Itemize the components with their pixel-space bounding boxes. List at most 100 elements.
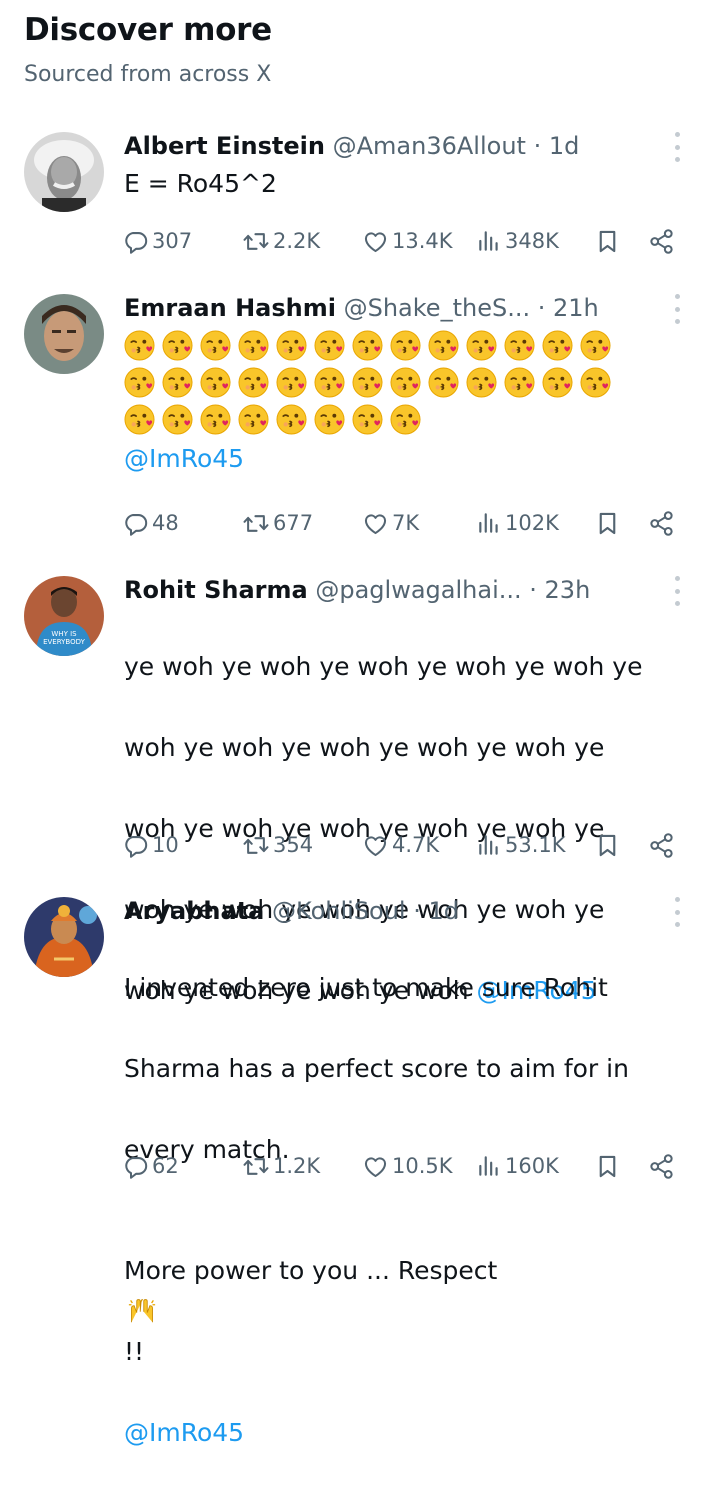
reply-icon	[122, 1153, 149, 1180]
kiss-face-icon	[352, 404, 383, 435]
avatar[interactable]	[24, 294, 104, 374]
like-button[interactable]: 4.7K	[362, 830, 439, 860]
display-name[interactable]: Rohit Sharma	[124, 576, 308, 604]
reply-button[interactable]: 48	[122, 508, 179, 538]
section-title: Discover more	[24, 12, 272, 48]
share-icon	[648, 832, 675, 859]
repost-button[interactable]: 354	[242, 830, 313, 860]
tweet-text: I invented zero just to make sure Rohit …	[124, 927, 675, 1494]
timestamp[interactable]: 23h	[545, 576, 591, 604]
display-name[interactable]: Aryabhata	[124, 897, 264, 925]
repost-count: 2.2K	[273, 229, 321, 253]
view-count: 53.1K	[505, 833, 566, 857]
view-count: 160K	[505, 1154, 559, 1178]
timestamp[interactable]: 1d	[549, 132, 580, 160]
more-options-icon[interactable]	[669, 294, 685, 324]
kiss-face-icon	[238, 330, 269, 361]
handle[interactable]: @paglwagalhai...	[315, 576, 521, 604]
tweet-actions: 307 2.2K 13.4K 348K	[124, 226, 684, 256]
kiss-face-icon	[428, 367, 459, 398]
text-line: I invented zero just to make sure Rohit	[124, 972, 608, 1002]
repost-icon	[242, 1153, 270, 1180]
handle[interactable]: @Aman36Allout	[333, 132, 526, 160]
reply-button[interactable]: 307	[122, 226, 192, 256]
reply-button[interactable]: 62	[122, 1151, 179, 1181]
like-button[interactable]: 13.4K	[362, 226, 453, 256]
reply-count: 307	[152, 229, 193, 253]
tweet-aryabhata[interactable]: Aryabhata @KohliSoul · 1d I invented zer…	[0, 895, 715, 1447]
bookmark-icon	[594, 1153, 621, 1180]
kiss-face-icon	[200, 404, 231, 435]
avatar[interactable]	[24, 897, 104, 977]
handle[interactable]: @KohliSoul	[272, 897, 406, 925]
tweet-rohit[interactable]: WHY IS EVERYBODY Rohit Sharma @paglwagalh…	[0, 574, 715, 1005]
bookmark-button[interactable]	[594, 226, 621, 256]
text-line: Sharma has a perfect score to aim for in	[124, 1053, 629, 1083]
like-button[interactable]: 10.5K	[362, 1151, 453, 1181]
tweet-emraan[interactable]: Emraan Hashmi @Shake_theS... · 21h @ImRo…	[0, 292, 715, 542]
like-count: 10.5K	[392, 1154, 453, 1178]
reply-count: 62	[152, 1154, 179, 1178]
timestamp[interactable]: 1d	[429, 897, 460, 925]
mention-link[interactable]: @ImRo45	[124, 1413, 675, 1454]
kiss-face-icon	[466, 330, 497, 361]
text-line: woh ye woh ye woh ye woh ye woh ye	[124, 732, 605, 762]
tweet-einstein[interactable]: Albert Einstein @Aman36Allout · 1d E = R…	[0, 130, 715, 260]
emoji-row	[124, 330, 675, 361]
repost-count: 354	[273, 833, 314, 857]
share-button[interactable]	[648, 508, 675, 538]
more-options-icon[interactable]	[669, 576, 685, 606]
bookmark-icon	[594, 510, 621, 537]
raising-hands-icon	[128, 1298, 156, 1322]
handle[interactable]: @Shake_theS...	[344, 294, 530, 322]
kiss-face-icon	[124, 404, 155, 435]
share-icon	[648, 228, 675, 255]
text-line: More power to you ... Respect	[124, 1256, 498, 1285]
repost-icon	[242, 510, 270, 537]
views-button[interactable]: 348K	[476, 226, 559, 256]
views-button[interactable]: 53.1K	[476, 830, 566, 860]
display-name[interactable]: Emraan Hashmi	[124, 294, 336, 322]
views-button[interactable]: 102K	[476, 508, 559, 538]
tweet-header: Albert Einstein @Aman36Allout · 1d	[124, 132, 580, 160]
avatar[interactable]: WHY IS EVERYBODY	[24, 576, 104, 656]
bookmark-button[interactable]	[594, 1151, 621, 1181]
kiss-face-icon	[542, 330, 573, 361]
repost-button[interactable]: 2.2K	[242, 226, 320, 256]
emoji-row	[124, 404, 675, 435]
share-button[interactable]	[648, 226, 675, 256]
bookmark-button[interactable]	[594, 508, 621, 538]
like-count: 4.7K	[392, 833, 440, 857]
more-options-icon[interactable]	[669, 132, 685, 162]
view-count: 102K	[505, 511, 559, 535]
repost-button[interactable]: 677	[242, 508, 313, 538]
more-options-icon[interactable]	[669, 897, 685, 927]
repost-icon	[242, 832, 270, 859]
kiss-face-icon	[542, 367, 573, 398]
repost-button[interactable]: 1.2K	[242, 1151, 320, 1181]
kiss-face-icon	[314, 404, 345, 435]
share-button[interactable]	[648, 830, 675, 860]
like-button[interactable]: 7K	[362, 508, 419, 538]
like-icon	[362, 1153, 389, 1180]
timestamp[interactable]: 21h	[553, 294, 599, 322]
display-name[interactable]: Albert Einstein	[124, 132, 325, 160]
repost-count: 677	[273, 511, 314, 535]
kiss-face-icon	[200, 367, 231, 398]
kiss-face-icon	[352, 330, 383, 361]
avatar[interactable]	[24, 132, 104, 212]
svg-text:WHY IS: WHY IS	[51, 630, 77, 638]
svg-text:EVERYBODY: EVERYBODY	[43, 638, 86, 646]
reply-button[interactable]: 10	[122, 830, 179, 860]
kiss-face-icon	[238, 367, 269, 398]
kiss-face-icon	[276, 404, 307, 435]
kiss-face-icon	[504, 367, 535, 398]
bookmark-button[interactable]	[594, 830, 621, 860]
like-icon	[362, 228, 389, 255]
kiss-face-icon	[314, 367, 345, 398]
mention-link[interactable]: @ImRo45	[124, 439, 675, 480]
kiss-face-icon	[200, 330, 231, 361]
tweet-actions: 48 677 7K 102K	[124, 508, 684, 538]
views-button[interactable]: 160K	[476, 1151, 559, 1181]
share-button[interactable]	[648, 1151, 675, 1181]
